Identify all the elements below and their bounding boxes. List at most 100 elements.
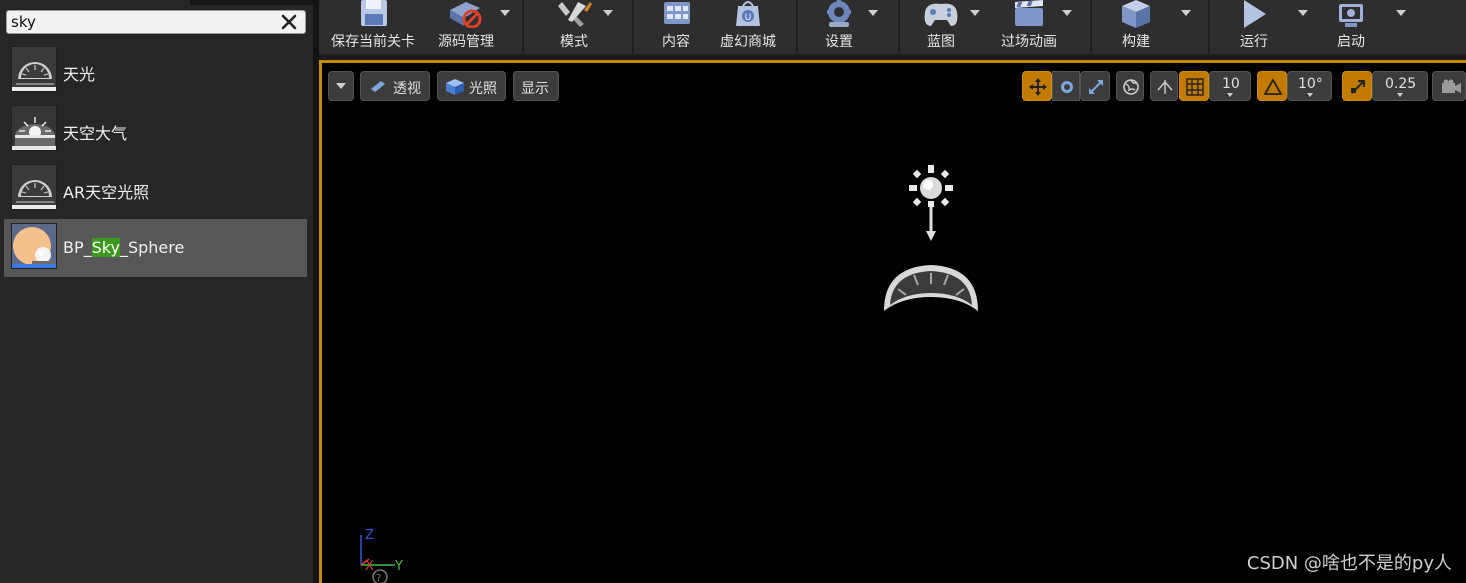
- build-icon: [1122, 0, 1150, 28]
- scale-snap-value-dropdown[interactable]: 0.25: [1372, 71, 1428, 101]
- asset-color-bar: [12, 264, 56, 268]
- list-item-label: BP_Sky_Sphere: [63, 238, 185, 257]
- cinematics-dropdown-icon[interactable]: [1062, 10, 1072, 16]
- asset-color-bar: [12, 87, 56, 91]
- camera-speed-button[interactable]: [1432, 71, 1466, 101]
- toolbar-separator: [522, 0, 524, 54]
- angle-icon: [1263, 78, 1283, 95]
- translate-tool-button[interactable]: [1022, 71, 1052, 101]
- ar-skylight-icon: [11, 164, 57, 210]
- chevron-down-icon: [1227, 93, 1233, 97]
- scale-tool-button[interactable]: [1080, 71, 1110, 101]
- launch-button[interactable]: 启动: [1315, 0, 1387, 54]
- cinematics-icon: [1015, 0, 1043, 26]
- scale-snap-icon: [1351, 80, 1365, 94]
- place-actors-panel: 天光 天空大气: [0, 0, 313, 583]
- show-button[interactable]: 显示: [513, 71, 559, 101]
- toolbar-separator: [632, 0, 634, 54]
- watermark-text: CSDN @啥也不是的py人: [1246, 553, 1452, 574]
- viewport-options-button[interactable]: [328, 71, 354, 101]
- panel-tab[interactable]: [0, 0, 190, 5]
- settings-icon: [827, 0, 851, 27]
- sky-atmosphere-icon: [11, 105, 57, 151]
- build-button[interactable]: 构建: [1101, 0, 1171, 54]
- axis-gizmo: Z X Y ?: [360, 528, 403, 583]
- svg-text:U: U: [745, 13, 752, 23]
- save-current-level-button[interactable]: 保存当前关卡: [325, 0, 421, 54]
- globe-icon: [1123, 79, 1139, 95]
- chevron-down-icon: [1397, 93, 1403, 97]
- list-item-label: AR天空光照: [63, 183, 150, 202]
- toolbar-separator: [1090, 0, 1092, 54]
- grid-snap-toggle[interactable]: [1179, 71, 1209, 101]
- camera-icon: [1442, 79, 1461, 93]
- main-toolbar: 保存当前关卡 源码管理 模式 内容 U 虚幻商城 设置 蓝图 过场动画 构建 运…: [319, 0, 1466, 56]
- scale-icon: [1089, 80, 1103, 94]
- sky-sphere-icon: [11, 223, 57, 269]
- build-dropdown-icon[interactable]: [1181, 10, 1191, 16]
- modes-dropdown-icon[interactable]: [603, 10, 613, 16]
- source-control-button[interactable]: 源码管理: [429, 0, 503, 54]
- help-icon[interactable]: ?: [376, 573, 381, 583]
- surface-snap-button[interactable]: [1150, 71, 1178, 101]
- level-viewport[interactable]: 透视 光照 显示 10 10° 0.25 Z X Y ? CSDN @啥也不是的…: [319, 60, 1466, 583]
- rotate-icon: [1061, 81, 1073, 93]
- directional-light-icon[interactable]: [905, 163, 957, 245]
- source-control-icon: [450, 2, 482, 28]
- world-local-toggle[interactable]: [1116, 71, 1144, 101]
- axis-x-label: X: [365, 559, 374, 574]
- blueprints-button[interactable]: 蓝图: [907, 0, 975, 54]
- play-button[interactable]: 运行: [1219, 0, 1289, 54]
- rotation-snap-toggle[interactable]: [1257, 71, 1287, 101]
- toolbar-separator: [796, 0, 798, 54]
- rotation-snap-value-dropdown[interactable]: 10°: [1287, 71, 1332, 101]
- view-mode-lit-button[interactable]: 光照: [437, 71, 506, 101]
- grid-icon: [1186, 78, 1204, 96]
- list-item[interactable]: AR天空光照: [4, 160, 307, 218]
- move-icon: [1029, 78, 1047, 96]
- lit-icon: [446, 79, 464, 95]
- modes-icon: [558, 2, 592, 27]
- save-icon: [361, 0, 387, 26]
- list-item[interactable]: 天光: [4, 42, 307, 100]
- chevron-down-icon: [336, 83, 346, 89]
- launch-dropdown-icon[interactable]: [1396, 10, 1406, 16]
- blueprints-dropdown-icon[interactable]: [970, 10, 980, 16]
- modes-button[interactable]: 模式: [539, 0, 609, 54]
- marketplace-button[interactable]: U 虚幻商城: [711, 0, 785, 54]
- list-item[interactable]: 天空大气: [4, 101, 307, 159]
- close-icon[interactable]: [279, 12, 299, 32]
- panel-tab-strip: [0, 0, 313, 5]
- launch-icon: [1339, 4, 1363, 27]
- perspective-icon: [371, 81, 385, 92]
- asset-color-bar: [12, 146, 56, 150]
- grid-snap-value-dropdown[interactable]: 10: [1209, 71, 1251, 101]
- content-icon: [664, 2, 690, 24]
- play-icon: [1244, 0, 1266, 28]
- source-control-dropdown-icon[interactable]: [500, 10, 510, 16]
- list-item-selected[interactable]: BP_Sky_Sphere: [4, 219, 307, 277]
- scale-snap-toggle[interactable]: [1342, 71, 1372, 101]
- search-match-highlight: Sky: [91, 238, 120, 257]
- cinematics-button[interactable]: 过场动画: [989, 0, 1069, 54]
- rotate-tool-button[interactable]: [1052, 71, 1080, 101]
- marketplace-icon: U: [736, 1, 760, 26]
- skylight-actor-icon[interactable]: [880, 261, 982, 317]
- asset-color-bar: [12, 205, 56, 209]
- search-box[interactable]: [6, 10, 306, 34]
- settings-dropdown-icon[interactable]: [868, 10, 878, 16]
- play-dropdown-icon[interactable]: [1298, 10, 1308, 16]
- toolbar-separator: [898, 0, 900, 54]
- search-input[interactable]: [11, 11, 271, 33]
- settings-button[interactable]: 设置: [807, 0, 871, 54]
- axis-z-label: Z: [365, 528, 374, 543]
- chevron-down-icon: [1306, 93, 1313, 97]
- blueprint-icon: [924, 3, 958, 27]
- list-item-label: 天光: [63, 65, 96, 84]
- surface-snap-icon: [1157, 80, 1173, 94]
- content-button[interactable]: 内容: [641, 0, 711, 54]
- perspective-button[interactable]: 透视: [360, 71, 430, 101]
- editor-window: 天光 天空大气: [0, 0, 1466, 583]
- axis-y-label: Y: [394, 559, 403, 574]
- list-item-label: 天空大气: [63, 124, 128, 143]
